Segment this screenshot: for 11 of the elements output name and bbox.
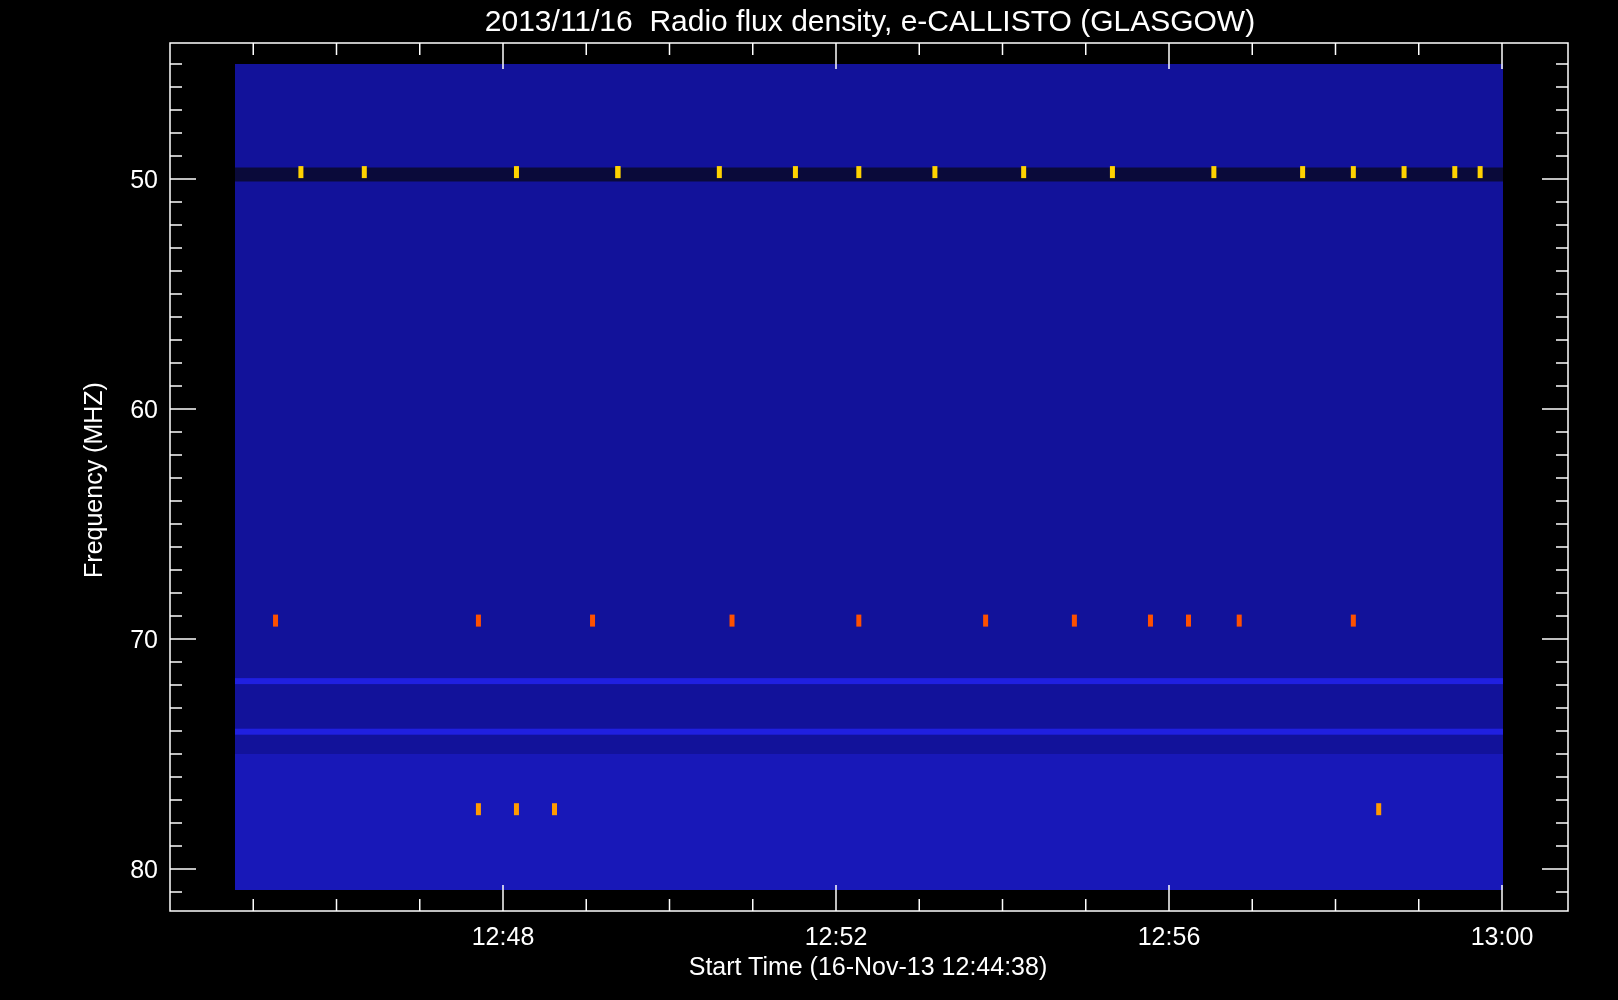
x-axis-label: Start Time (16-Nov-13 12:44:38) (688, 952, 1048, 980)
x-tick-label: 12:56 (1137, 922, 1201, 950)
x-tick-label: 13:00 (1470, 922, 1534, 950)
y-tick-label: 70 (130, 625, 158, 653)
y-tick-label: 60 (130, 395, 158, 423)
y-tick-label: 80 (130, 855, 158, 883)
x-tick-label: 12:52 (804, 922, 868, 950)
y-axis-label: Frequency (MHZ) (79, 382, 107, 578)
x-tick-label: 12:48 (471, 922, 535, 950)
chart-title: 2013/11/16 Radio flux density, e-CALLISTO (GLASGOW) (484, 4, 1256, 37)
y-tick-label: 50 (130, 165, 158, 193)
